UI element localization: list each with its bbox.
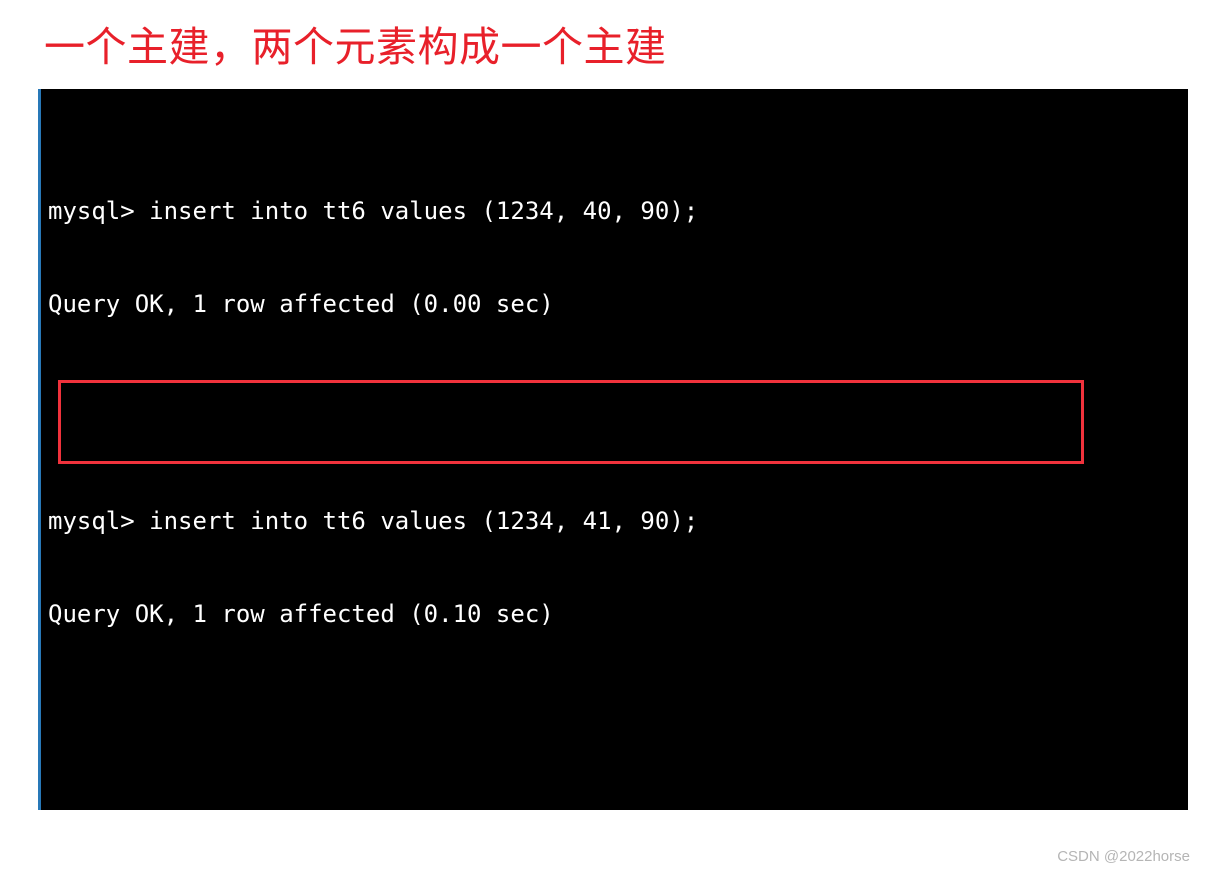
terminal-output: mysql> insert into tt6 values (1234, 40,…	[48, 103, 958, 810]
terminal-line: Query OK, 1 row affected (0.00 sec)	[48, 290, 554, 318]
terminal-line: Query OK, 1 row affected (0.10 sec)	[48, 600, 554, 628]
terminal-line: mysql> insert into tt6 values (1234, 41,…	[48, 507, 699, 535]
watermark: CSDN @2022horse	[1057, 848, 1190, 865]
terminal-window[interactable]: mysql> insert into tt6 values (1234, 40,…	[38, 89, 1188, 810]
terminal-line: mysql> insert into tt6 values (1234, 40,…	[48, 197, 699, 225]
page-title: 一个主建，两个元素构成一个主建	[44, 24, 667, 70]
